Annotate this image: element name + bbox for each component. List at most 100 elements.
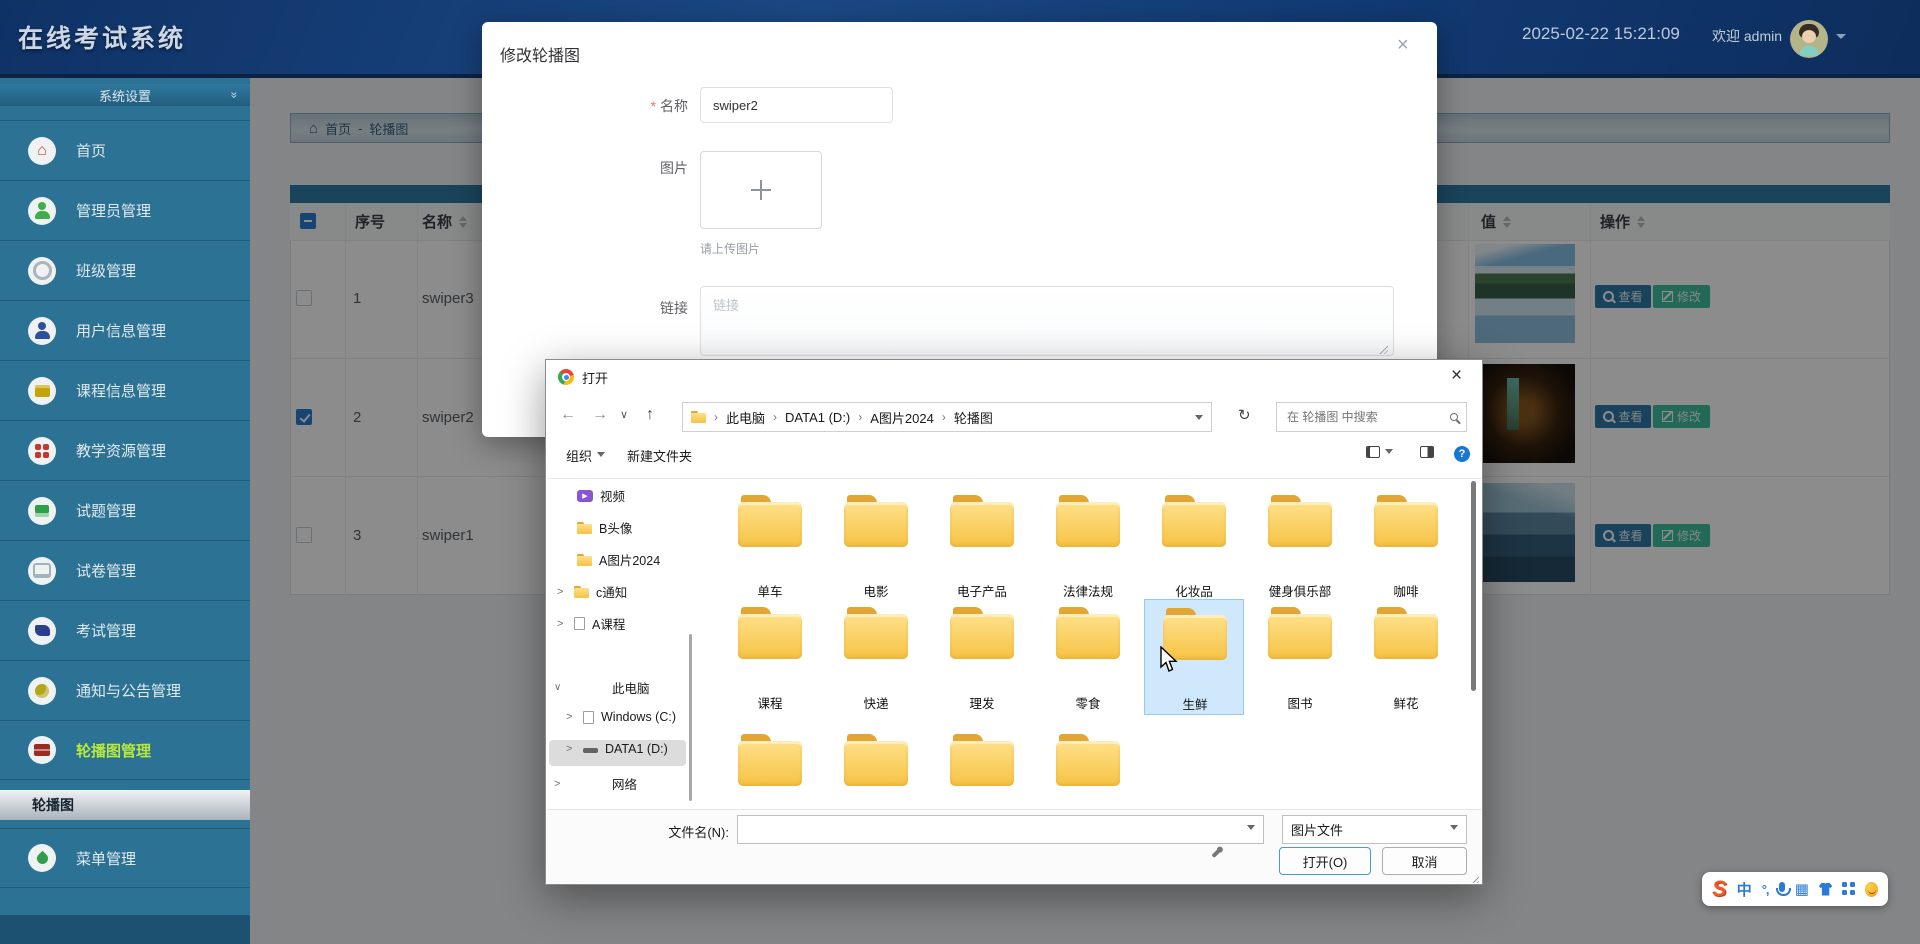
expand-chevron-icon[interactable]: >	[554, 778, 564, 790]
folder-item[interactable]: 鲜花	[1356, 599, 1456, 715]
address-bar[interactable]: › 此电脑 › DATA1 (D:) › A图片2024 › 轮播图	[682, 402, 1212, 432]
sogou-logo-icon[interactable]: S	[1712, 878, 1727, 900]
path-this-pc[interactable]: 此电脑	[726, 408, 765, 427]
cancel-button[interactable]: 取消	[1382, 847, 1467, 875]
folder-item[interactable]	[1038, 726, 1138, 809]
keyboard-icon[interactable]: ▦	[1795, 882, 1809, 897]
sidebar-item-home[interactable]: ⌂ 首页	[0, 120, 250, 180]
sidebar-item-menu-management[interactable]: 菜单管理	[0, 828, 250, 888]
expand-chevron-icon[interactable]: >	[557, 586, 567, 598]
expand-chevron-icon[interactable]: >	[557, 618, 567, 630]
new-folder-button[interactable]: 新建文件夹	[627, 446, 692, 465]
nav-item-a-pictures-2024[interactable]: A图片2024	[577, 550, 660, 569]
search-input[interactable]	[1285, 409, 1450, 425]
nav-up-icon[interactable]: ↑	[646, 406, 654, 424]
filetype-dropdown[interactable]: 图片文件	[1282, 815, 1467, 844]
sidebar-item-class-management[interactable]: 班级管理	[0, 240, 250, 300]
folder-icon	[844, 734, 908, 786]
tree-item-drive-c[interactable]: > Windows (C:)	[566, 710, 676, 724]
folder-item[interactable]: 咖啡	[1356, 487, 1456, 603]
filename-caret-icon[interactable]	[1247, 825, 1255, 834]
sidebar-item-exam-management[interactable]: 考试管理	[0, 600, 250, 660]
sidebar-item-question-management[interactable]: 试题管理	[0, 480, 250, 540]
help-button[interactable]: ?	[1454, 446, 1470, 462]
folder-item[interactable]: 图书	[1250, 599, 1350, 715]
expand-chevron-icon[interactable]: >	[566, 711, 576, 723]
modal-close-icon[interactable]: ×	[1397, 34, 1409, 57]
collapse-chevrons-icon[interactable]: »	[228, 92, 242, 99]
avatar-caret-icon[interactable]	[1836, 34, 1846, 44]
folder-label: 电子产品	[932, 581, 1032, 600]
sidebar-subitem-carousel[interactable]: 轮播图	[0, 790, 250, 820]
folder-item[interactable]: 单车	[720, 487, 820, 603]
organize-button[interactable]: 组织	[566, 446, 605, 465]
nav-item-c-notices[interactable]: > c通知	[557, 582, 627, 601]
skin-shirt-icon[interactable]	[1819, 883, 1832, 896]
ime-punctuation-toggle[interactable]: °,	[1762, 882, 1769, 897]
sidebar-item-carousel-management[interactable]: 轮播图管理	[0, 720, 250, 780]
image-upload-box[interactable]	[700, 151, 822, 229]
avatar[interactable]	[1790, 20, 1828, 58]
folder-item[interactable]	[932, 726, 1032, 809]
toolbox-grid-icon[interactable]	[1842, 882, 1854, 896]
view-layout-button[interactable]	[1366, 446, 1393, 458]
expand-chevron-icon[interactable]: >	[566, 743, 576, 755]
sidebar-item-admin-management[interactable]: 管理员管理	[0, 180, 250, 240]
sidebar-item-teaching-resource-management[interactable]: 教学资源管理	[0, 420, 250, 480]
tree-item-label: 此电脑	[612, 678, 650, 697]
folder-item[interactable]: 理发	[932, 599, 1032, 715]
required-star: *	[651, 98, 656, 114]
folder-item[interactable]: 快递	[826, 599, 926, 715]
microphone-icon[interactable]	[1779, 882, 1785, 892]
tree-item-network[interactable]: > 网络	[554, 774, 637, 793]
nav-item-a-courses[interactable]: > A课程	[557, 614, 625, 633]
refresh-icon[interactable]: ↻	[1238, 406, 1251, 424]
upload-hint: 请上传图片	[700, 240, 760, 257]
sidebar-item-course-info-management[interactable]: 课程信息管理	[0, 360, 250, 420]
name-input[interactable]	[700, 87, 893, 123]
folder-grid: 单车 电影 电子产品 法律法规 化妆品 健身俱乐部	[696, 482, 1469, 809]
nav-forward-icon[interactable]: →	[592, 406, 608, 424]
search-box[interactable]	[1276, 402, 1467, 432]
folder-item[interactable]: 健身俱乐部	[1250, 487, 1350, 603]
folder-item[interactable]: 法律法规	[1038, 487, 1138, 603]
nav-back-icon[interactable]: ←	[560, 406, 576, 424]
folder-item[interactable]: 电影	[826, 487, 926, 603]
folder-item[interactable]	[826, 726, 926, 809]
sidebar-group-system-settings[interactable]: 系统设置 »	[0, 84, 250, 106]
folder-item[interactable]: 零食	[1038, 599, 1138, 715]
path-pictures-2024[interactable]: A图片2024	[870, 408, 934, 427]
path-separator: ›	[773, 410, 777, 424]
filename-input[interactable]	[746, 821, 1247, 838]
folder-grid-scrollbar[interactable]	[1471, 481, 1476, 691]
sidebar-item-label: 用户信息管理	[76, 320, 166, 341]
dialog-close-icon[interactable]: ×	[1451, 365, 1462, 387]
nav-pane-scrollbar[interactable]	[689, 634, 692, 801]
path-carousel[interactable]: 轮播图	[954, 408, 993, 427]
nav-item-videos[interactable]: ▶ 视频	[577, 486, 625, 505]
link-textarea[interactable]	[700, 286, 1394, 356]
admin-person-icon	[28, 197, 56, 225]
preview-pane-button[interactable]	[1420, 446, 1434, 458]
open-button[interactable]: 打开(O)	[1279, 847, 1371, 875]
ime-language-toggle[interactable]: 中	[1737, 879, 1752, 900]
path-drive-d[interactable]: DATA1 (D:)	[785, 410, 850, 425]
tree-item-this-pc[interactable]: ∨ 此电脑	[554, 678, 650, 697]
collapse-chevron-icon[interactable]: ∨	[554, 682, 564, 693]
filename-combo[interactable]	[737, 815, 1264, 844]
folder-item[interactable]	[720, 726, 820, 809]
avatar-collar	[1800, 46, 1818, 56]
folder-icon	[950, 734, 1014, 786]
tree-item-drive-d[interactable]: > DATA1 (D:)	[566, 742, 668, 756]
nav-item-b-avatars[interactable]: B头像	[577, 518, 632, 537]
emoji-icon[interactable]	[1865, 882, 1878, 897]
address-dropdown-caret-icon[interactable]	[1195, 415, 1203, 424]
folder-label: 零食	[1038, 693, 1138, 712]
folder-item[interactable]: 化妆品	[1144, 487, 1244, 603]
folder-item[interactable]: 课程	[720, 599, 820, 715]
folder-item[interactable]: 电子产品	[932, 487, 1032, 603]
sidebar-item-paper-management[interactable]: 试卷管理	[0, 540, 250, 600]
sidebar-item-user-info-management[interactable]: 用户信息管理	[0, 300, 250, 360]
nav-recent-caret-icon[interactable]: ∨	[620, 408, 628, 421]
sidebar-item-notice-management[interactable]: 通知与公告管理	[0, 660, 250, 720]
